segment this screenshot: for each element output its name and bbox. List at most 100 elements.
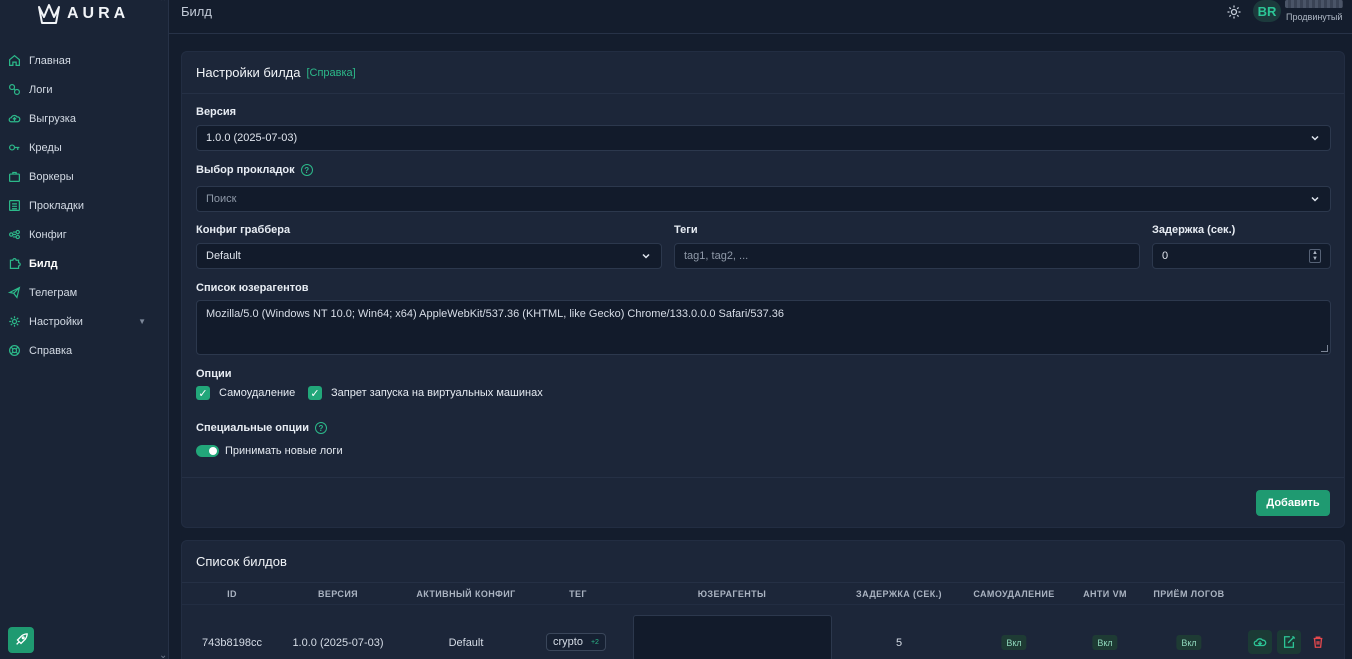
selfdelete-label: Самоудаление — [219, 387, 296, 399]
proxies-placeholder: Поиск — [206, 193, 237, 205]
sidebar-item-telegram[interactable]: Телеграм — [0, 278, 168, 307]
status-badge: Вкл — [1176, 635, 1202, 650]
column-header[interactable]: ID — [227, 589, 237, 599]
delay-input[interactable]: 0 ▲ ▼ — [1152, 243, 1331, 269]
download-button[interactable] — [1248, 630, 1272, 654]
sun-icon — [1227, 5, 1241, 19]
delay-label: Задержка (сек.) — [1152, 224, 1236, 236]
user-name-redacted — [1285, 0, 1343, 8]
chevron-down-icon — [642, 253, 650, 259]
sidebar-item-label: Главная — [29, 54, 71, 67]
options-label: Опции — [196, 368, 232, 380]
version-value: 1.0.0 (2025-07-03) — [206, 132, 298, 144]
cloud-download-icon — [1253, 638, 1267, 647]
column-header[interactable]: ПРИЁМ ЛОГОВ — [1153, 589, 1224, 599]
briefcase-icon — [8, 170, 21, 183]
edit-icon — [1283, 635, 1296, 648]
sidebar-item-logs[interactable]: Логи — [0, 75, 168, 104]
grabber-config-select[interactable]: Default — [196, 243, 662, 269]
accept-logs-option[interactable]: Принимать новые логи — [196, 445, 343, 457]
delete-button[interactable] — [1306, 630, 1330, 654]
useragents-textarea[interactable]: Mozilla/5.0 (Windows NT 10.0; Win64; x64… — [196, 300, 1331, 355]
user-role: Продвинутый — [1286, 12, 1343, 22]
tags-label: Теги — [674, 224, 698, 236]
selfdelete-option[interactable]: ✓ Самоудаление — [196, 386, 295, 400]
build-settings-panel: Настройки билда [Справка] Версия 1.0.0 (… — [181, 51, 1345, 528]
question-icon[interactable]: ? — [314, 422, 327, 434]
sidebar-item-home[interactable]: Главная — [0, 46, 168, 75]
resize-handle-icon[interactable] — [1321, 345, 1328, 352]
cloud-upload-icon — [8, 112, 21, 125]
build-id: 743b8198cc — [202, 637, 262, 649]
column-header[interactable]: АКТИВНЫЙ КОНФИГ — [416, 589, 515, 599]
checkbox-checked-icon[interactable]: ✓ — [196, 386, 210, 400]
build-config: Default — [448, 637, 484, 649]
accept-logs-toggle[interactable] — [196, 445, 219, 457]
trash-icon — [1313, 636, 1323, 648]
question-icon[interactable]: ? — [300, 164, 313, 176]
number-stepper-icon[interactable]: ▲ ▼ — [1309, 249, 1321, 263]
puzzle-icon — [8, 257, 21, 270]
tag-more-count: +2 — [590, 638, 599, 646]
sliders-icon — [8, 228, 21, 241]
useragents-cell[interactable] — [633, 615, 832, 659]
sidebar-item-label: Билд — [29, 257, 58, 270]
sidebar-item-config[interactable]: Конфиг — [0, 220, 168, 249]
page-title: Билд — [181, 4, 212, 19]
antivm-option[interactable]: ✓ Запрет запуска на виртуальных машинах — [308, 386, 543, 400]
panel-header: Настройки билда [Справка] — [182, 52, 1344, 94]
sidebar: AURA ⌃ Главная Логи Выгрузка Креды Ворке… — [0, 0, 169, 659]
theme-toggle-button[interactable] — [1226, 4, 1242, 20]
chevron-up-icon[interactable]: ⌃ — [159, 0, 167, 8]
key-icon — [8, 141, 21, 154]
sidebar-item-upload[interactable]: Выгрузка — [0, 104, 168, 133]
logs-icon — [8, 83, 21, 96]
build-version: 1.0.0 (2025-07-03) — [292, 637, 384, 649]
rocket-icon — [16, 633, 28, 645]
column-header[interactable]: САМОУДАЛЕНИЕ — [973, 589, 1054, 599]
sidebar-item-workers[interactable]: Воркеры — [0, 162, 168, 191]
sidebar-item-build[interactable]: Билд — [0, 249, 168, 278]
top-header: Билд BR Продвинутый — [169, 0, 1352, 34]
edit-button[interactable] — [1277, 630, 1301, 654]
chevron-down-icon[interactable]: ⌄ — [159, 650, 167, 659]
logo-text: AURA — [67, 5, 130, 22]
chevron-down-icon[interactable]: ▼ — [138, 317, 146, 326]
avatar[interactable]: BR — [1253, 0, 1281, 22]
sidebar-item-label: Прокладки — [29, 199, 84, 212]
useragents-value: Mozilla/5.0 (Windows NT 10.0; Win64; x64… — [206, 308, 784, 320]
sidebar-item-help[interactable]: Справка — [0, 336, 168, 365]
tag-label: crypto — [553, 636, 583, 648]
antivm-label: Запрет запуска на виртуальных машинах — [331, 387, 543, 399]
checkbox-checked-icon[interactable]: ✓ — [308, 386, 322, 400]
proxies-label: Выбор прокладок ? — [196, 164, 313, 176]
sidebar-item-label: Выгрузка — [29, 112, 76, 125]
sidebar-nav: Главная Логи Выгрузка Креды Воркеры Прок… — [0, 46, 168, 365]
gear-icon — [8, 315, 21, 328]
help-link[interactable]: [Справка] — [306, 67, 355, 79]
add-build-button[interactable]: Добавить — [1256, 490, 1330, 516]
tag-chip[interactable]: crypto +2 — [546, 633, 606, 651]
send-icon — [8, 286, 21, 299]
sidebar-item-settings[interactable]: Настройки ▼ — [0, 307, 168, 336]
column-header[interactable]: ВЕРСИЯ — [318, 589, 358, 599]
sidebar-item-proxies[interactable]: Прокладки — [0, 191, 168, 220]
home-icon — [8, 54, 21, 67]
column-header[interactable]: АНТИ VM — [1083, 589, 1127, 599]
status-badge: Вкл — [1001, 635, 1027, 650]
panel-title: Список билдов — [196, 554, 287, 569]
panel-header: Список билдов — [182, 541, 1344, 583]
status-badge: Вкл — [1092, 635, 1118, 650]
sidebar-item-creds[interactable]: Креды — [0, 133, 168, 162]
version-select[interactable]: 1.0.0 (2025-07-03) — [196, 125, 1331, 151]
delay-value: 0 — [1162, 250, 1169, 262]
column-header[interactable]: ЗАДЕРЖКА (СЕК.) — [856, 589, 942, 599]
logo[interactable]: AURA — [37, 3, 129, 25]
version-label: Версия — [196, 106, 237, 118]
tags-input[interactable]: tag1, tag2, ... — [674, 243, 1140, 269]
column-header[interactable]: ЮЗЕРАГЕНТЫ — [698, 589, 767, 599]
column-header[interactable]: ТЕГ — [569, 589, 587, 599]
proxies-search-select[interactable]: Поиск — [196, 186, 1331, 212]
grabber-config-value: Default — [206, 250, 241, 262]
rocket-button[interactable] — [8, 627, 34, 653]
